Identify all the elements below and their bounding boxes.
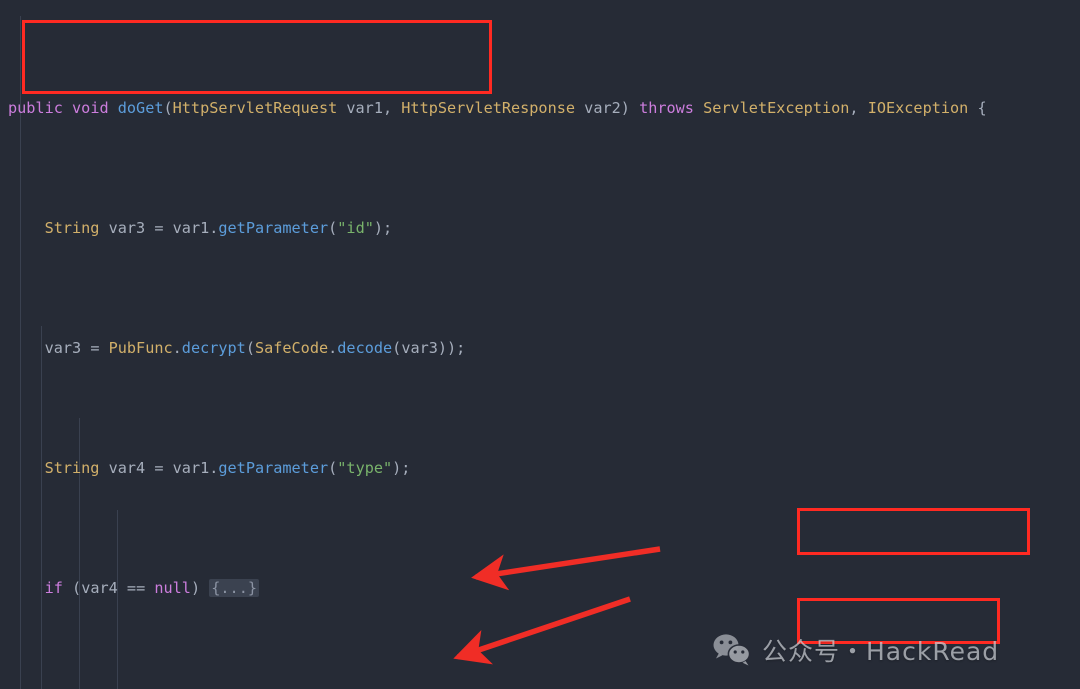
code-line[interactable]: String var3 = var1.getParameter("id"); [0,216,1080,240]
watermark-text: 公众号・HackRead [762,637,1000,666]
code-line[interactable]: String var4 = var1.getParameter("type"); [0,456,1080,480]
token-type: IOException [867,99,969,117]
parameter-read-box [22,20,492,94]
code-line[interactable]: if (var4 == null) {...} [0,576,1080,600]
code-editor[interactable]: public void doGet(HttpServletRequest var… [0,0,1080,689]
token-null: null [154,579,191,597]
token-method: doGet [117,99,164,117]
token-keyword: throws [639,99,694,117]
code-fold-placeholder[interactable]: {...} [209,579,259,597]
token-string: "id" [337,219,374,237]
token-type: SafeCode [254,339,329,357]
token-method: getParameter [218,459,329,477]
token-method: decode [337,339,393,357]
sql-concat-box-original [797,508,1030,555]
token-type: ServletException [703,99,850,117]
watermark: 公众号・HackRead [712,632,999,668]
token-method: getParameter [218,219,329,237]
token-type: HttpServletResponse [401,99,576,117]
token-string: "type" [337,459,393,477]
token-type: PubFunc [108,339,173,357]
token-type: HttpServletRequest [172,99,338,117]
code-content[interactable]: public void doGet(HttpServletRequest var… [0,0,1080,689]
code-line[interactable]: var3 = PubFunc.decrypt(SafeCode.decode(v… [0,336,1080,360]
token-type: String [44,459,100,477]
token-type: String [44,219,100,237]
token-keyword: if [44,579,63,597]
code-line[interactable]: public void doGet(HttpServletRequest var… [0,96,1080,120]
token-keyword: public [8,99,63,117]
token-keyword: void [72,99,109,117]
token-method: decrypt [181,339,246,357]
wechat-icon [713,634,751,666]
